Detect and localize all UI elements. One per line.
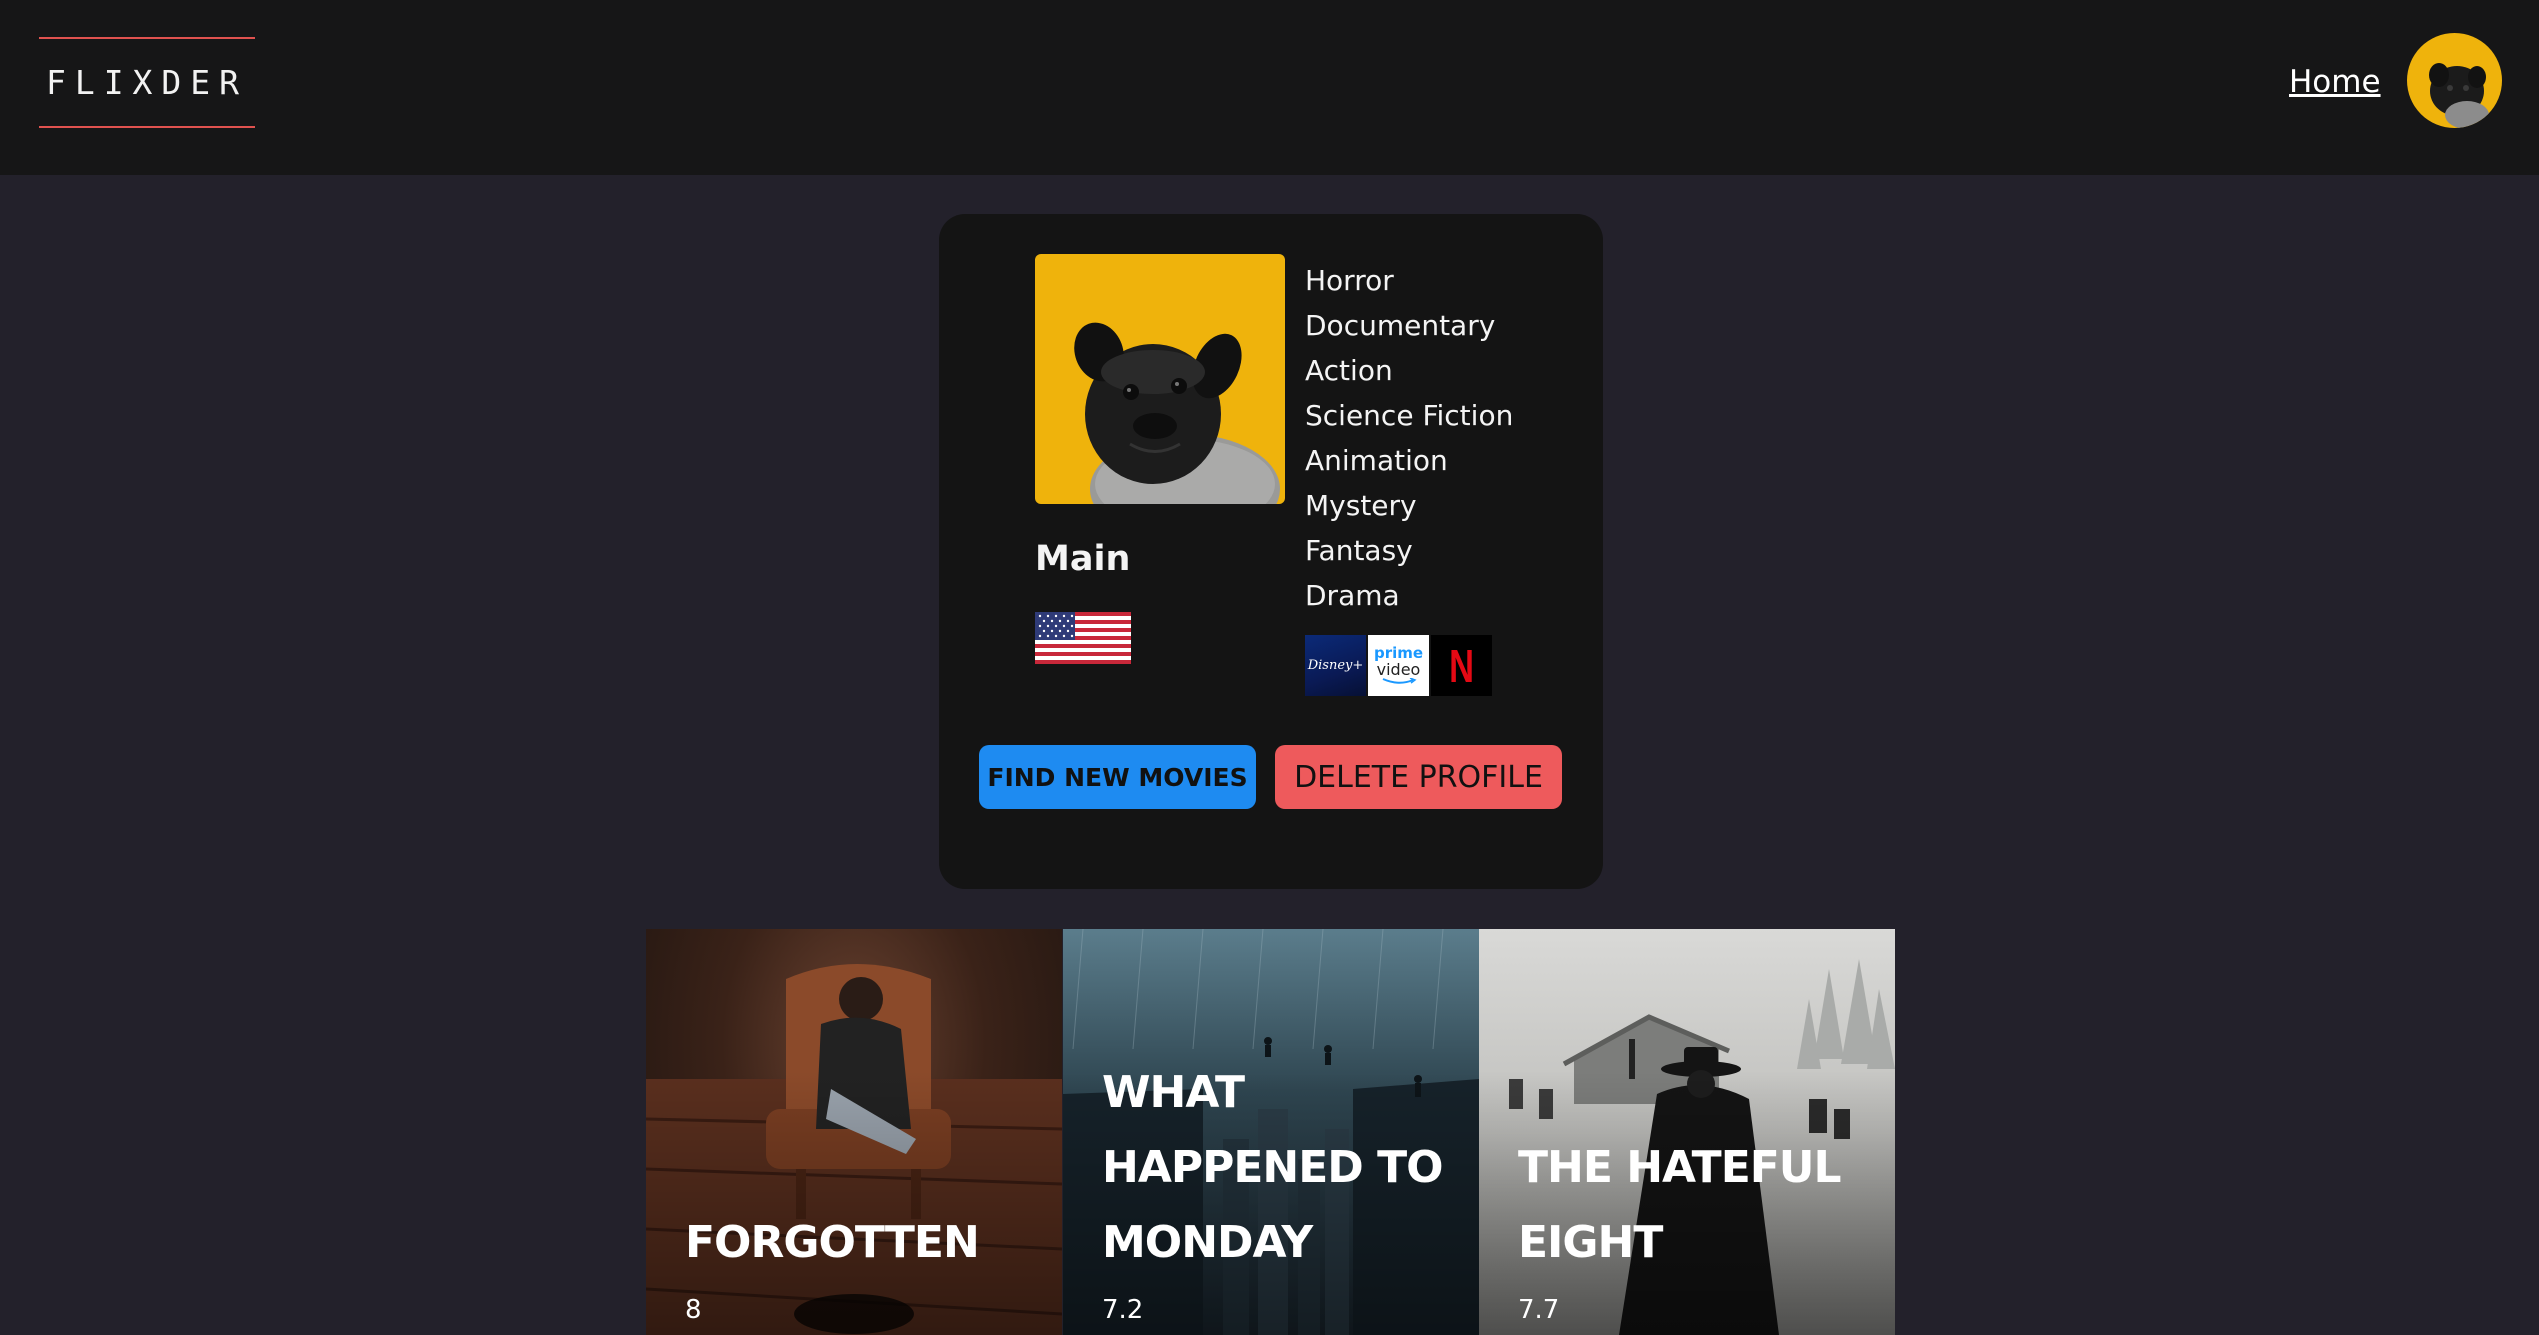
top-navigation-bar: FLIXDER Home [0, 0, 2539, 175]
pug-photo-icon [1074, 322, 1280, 504]
movie-rating: 8 [685, 1295, 702, 1325]
delete-profile-button[interactable]: DELETE PROFILE [1275, 745, 1562, 809]
movie-card[interactable]: THE HATEFUL EIGHT 7.7 [1479, 929, 1895, 1335]
movie-card[interactable]: FORGOTTEN 8 [646, 929, 1062, 1335]
prime-video-icon: prime video [1368, 635, 1429, 696]
movie-card[interactable]: WHAT HAPPENED TO MONDAY 7.2 [1063, 929, 1479, 1335]
streaming-providers: Disney+ prime video N [1305, 635, 1492, 696]
netflix-logo-text: N [1449, 639, 1474, 692]
genre-item: Documentary [1305, 309, 1496, 342]
genre-item: Horror [1305, 264, 1394, 297]
genre-item: Fantasy [1305, 534, 1413, 567]
profile-name: Main [1035, 539, 1131, 579]
movie-title: WHAT HAPPENED TO MONDAY [1102, 1067, 1444, 1268]
profile-photo [1035, 254, 1285, 504]
genre-item: Drama [1305, 579, 1400, 612]
home-link[interactable]: Home [2289, 64, 2381, 100]
genre-item: Science Fiction [1305, 399, 1514, 432]
movie-rating: 7.7 [1518, 1295, 1560, 1325]
video-logo-text: video [1376, 660, 1421, 679]
find-new-movies-button[interactable]: FIND NEW MOVIES [979, 745, 1256, 809]
us-flag-icon [1035, 612, 1131, 664]
genre-item: Action [1305, 354, 1393, 387]
pug-icon [2429, 63, 2489, 128]
movie-rating: 7.2 [1102, 1295, 1144, 1325]
user-avatar[interactable] [2407, 33, 2502, 128]
movie-title: THE HATEFUL EIGHT [1518, 1142, 1842, 1268]
genre-item: Animation [1305, 444, 1448, 477]
profile-card: Main Horror Documentary Action Science F… [939, 214, 1603, 889]
disney-plus-logo-text: Disney+ [1307, 658, 1364, 673]
flixder-logo[interactable]: FLIXDER [39, 37, 255, 128]
prime-logo-text: prime [1373, 644, 1424, 662]
movie-title: FORGOTTEN [685, 1217, 980, 1268]
netflix-icon: N [1431, 635, 1492, 696]
disney-plus-icon: Disney+ [1305, 635, 1366, 696]
genre-item: Mystery [1305, 489, 1417, 522]
genre-list: Horror Documentary Action Science Fictio… [1305, 258, 1513, 618]
prime-smile-icon [1382, 678, 1417, 684]
